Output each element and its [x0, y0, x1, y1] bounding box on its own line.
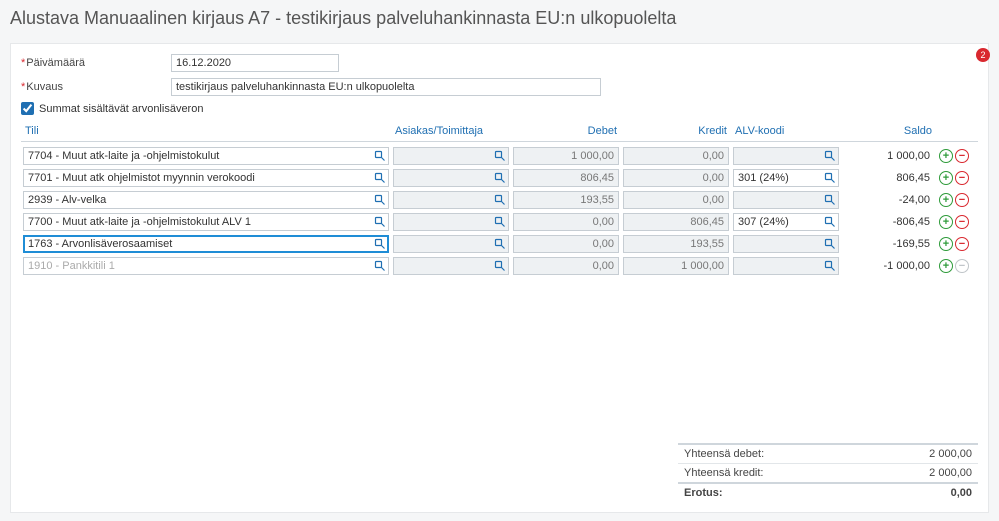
- vat-included-checkbox[interactable]: [21, 102, 34, 115]
- table-row: 806,45+−: [21, 168, 978, 188]
- vat-input[interactable]: [733, 147, 839, 165]
- delete-row-button[interactable]: −: [955, 215, 969, 229]
- credit-input[interactable]: [623, 169, 729, 187]
- col-vat: ALV-koodi: [731, 125, 841, 137]
- balance-value: -806,45: [841, 215, 936, 229]
- debit-input[interactable]: [513, 191, 619, 209]
- totals-panel: Yhteensä debet: 2 000,00 Yhteensä kredit…: [678, 443, 978, 502]
- party-input[interactable]: [393, 257, 509, 275]
- vat-input[interactable]: [733, 191, 839, 209]
- desc-label: *Kuvaus: [21, 81, 171, 93]
- col-balance: Saldo: [841, 125, 936, 137]
- credit-input[interactable]: [623, 147, 729, 165]
- credit-input[interactable]: [623, 235, 729, 253]
- lines-grid: Tili Asiakas/Toimittaja Debet Kredit ALV…: [21, 125, 978, 276]
- add-row-button[interactable]: +: [939, 237, 953, 251]
- table-row: -24,00+−: [21, 190, 978, 210]
- table-row: 1 000,00+−: [21, 146, 978, 166]
- page-title: Alustava Manuaalinen kirjaus A7 - testik…: [10, 8, 989, 29]
- credit-input[interactable]: [623, 191, 729, 209]
- col-account: Tili: [21, 125, 391, 137]
- add-row-button[interactable]: +: [939, 215, 953, 229]
- balance-value: -1 000,00: [841, 259, 936, 273]
- party-input[interactable]: [393, 147, 509, 165]
- table-row: -1 000,00+−: [21, 256, 978, 276]
- debit-input[interactable]: [513, 147, 619, 165]
- vat-input[interactable]: [733, 257, 839, 275]
- delete-row-button[interactable]: −: [955, 237, 969, 251]
- account-input[interactable]: [23, 257, 389, 275]
- col-debit: Debet: [511, 125, 621, 137]
- total-credit-label: Yhteensä kredit:: [684, 467, 764, 479]
- add-row-button[interactable]: +: [939, 171, 953, 185]
- add-row-button[interactable]: +: [939, 193, 953, 207]
- account-input[interactable]: [23, 169, 389, 187]
- table-row: -169,55+−: [21, 234, 978, 254]
- debit-input[interactable]: [513, 169, 619, 187]
- party-input[interactable]: [393, 169, 509, 187]
- vat-input[interactable]: [733, 213, 839, 231]
- total-credit-value: 2 000,00: [929, 467, 972, 479]
- debit-input[interactable]: [513, 257, 619, 275]
- notification-badge[interactable]: 2: [976, 48, 990, 62]
- vat-input[interactable]: [733, 235, 839, 253]
- col-party: Asiakas/Toimittaja: [391, 125, 511, 137]
- account-input[interactable]: [23, 147, 389, 165]
- balance-value: 806,45: [841, 171, 936, 185]
- description-input[interactable]: [171, 78, 601, 96]
- credit-input[interactable]: [623, 213, 729, 231]
- date-input[interactable]: [171, 54, 339, 72]
- form-panel: 2 *Päivämäärä *Kuvaus Summat sisältävät …: [10, 43, 989, 513]
- col-credit: Kredit: [621, 125, 731, 137]
- delete-row-button[interactable]: −: [955, 149, 969, 163]
- total-diff-value: 0,00: [951, 487, 972, 499]
- delete-row-button[interactable]: −: [955, 171, 969, 185]
- table-row: -806,45+−: [21, 212, 978, 232]
- vat-included-label: Summat sisältävät arvonlisäveron: [39, 103, 203, 115]
- add-row-button[interactable]: +: [939, 149, 953, 163]
- credit-input[interactable]: [623, 257, 729, 275]
- delete-row-button: −: [955, 259, 969, 273]
- balance-value: -169,55: [841, 237, 936, 251]
- date-label: *Päivämäärä: [21, 57, 171, 69]
- balance-value: 1 000,00: [841, 149, 936, 163]
- debit-input[interactable]: [513, 213, 619, 231]
- total-diff-label: Erotus:: [684, 487, 723, 499]
- account-input[interactable]: [23, 213, 389, 231]
- total-debit-label: Yhteensä debet:: [684, 448, 764, 460]
- add-row-button[interactable]: +: [939, 259, 953, 273]
- balance-value: -24,00: [841, 193, 936, 207]
- account-input[interactable]: [23, 235, 389, 253]
- party-input[interactable]: [393, 213, 509, 231]
- debit-input[interactable]: [513, 235, 619, 253]
- vat-input[interactable]: [733, 169, 839, 187]
- account-input[interactable]: [23, 191, 389, 209]
- delete-row-button[interactable]: −: [955, 193, 969, 207]
- party-input[interactable]: [393, 191, 509, 209]
- total-debit-value: 2 000,00: [929, 448, 972, 460]
- party-input[interactable]: [393, 235, 509, 253]
